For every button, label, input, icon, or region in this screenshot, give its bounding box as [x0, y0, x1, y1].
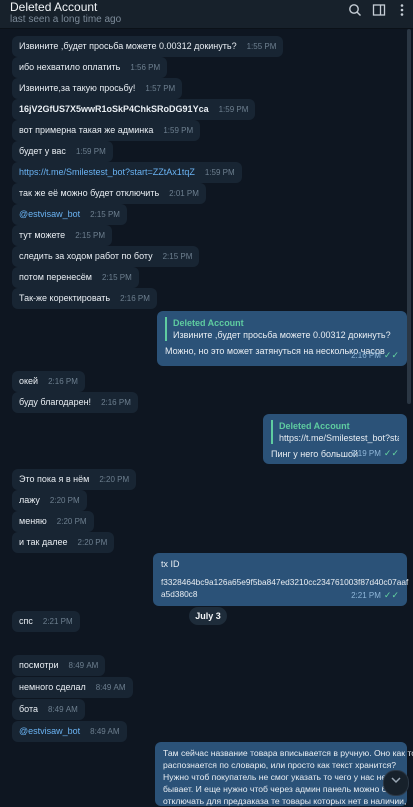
message-bubble[interactable]: будет у вас 1:59 PM: [12, 141, 113, 162]
message-bubble[interactable]: 16jV2GfUS7X5wwR1oSkP4ChkSRoDG91Yca 1:59 P…: [12, 99, 256, 120]
message-bubble[interactable]: и так далее 2:20 PM: [12, 532, 115, 553]
outgoing-message-bubble[interactable]: Там сейчас название товара вписывается в…: [155, 742, 413, 806]
message-bubble[interactable]: Так-же коректировать 2:16 PM: [12, 288, 157, 309]
message-bubble[interactable]: Это пока я в нём 2:20 PM: [12, 469, 137, 490]
more-icon[interactable]: [393, 3, 411, 21]
message-bubble[interactable]: следить за ходом работ по боту 2:15 PM: [12, 246, 200, 267]
read-checkmarks-icon: ✓✓: [383, 448, 399, 458]
message-bubble[interactable]: тут можете 2:15 PM: [12, 225, 112, 246]
chat-header: Deleted Account last seen a long time ag…: [0, 0, 413, 29]
message-bubble[interactable]: бота 8:49 AM: [12, 699, 85, 720]
sidebar-toggle-icon[interactable]: [370, 3, 388, 21]
date-separator: July 3: [189, 607, 227, 625]
chat-title[interactable]: Deleted Account: [10, 0, 97, 14]
message-link[interactable]: https://t.me/Smilestest_bot?start=ZZtAx1…: [19, 167, 195, 177]
message-bubble[interactable]: меняю 2:20 PM: [12, 511, 94, 532]
message-bubble[interactable]: вот примерна такая же админка 1:59 PM: [12, 120, 201, 141]
message-bubble[interactable]: потом перенесём 2:15 PM: [12, 267, 139, 288]
message-bubble[interactable]: ибо нехватило оплатить 1:56 PM: [12, 57, 168, 78]
message-mention[interactable]: @estvisaw_bot: [19, 726, 80, 736]
message-bubble[interactable]: окей 2:16 PM: [12, 371, 85, 392]
message-bubble[interactable]: спс 2:21 PM: [12, 611, 80, 632]
outgoing-message-bubble[interactable]: Deleted Account https://t.me/Smilestest_…: [263, 414, 407, 464]
reply-quote[interactable]: Deleted Account https://t.me/Smilestest_…: [271, 420, 399, 444]
outgoing-message-bubble[interactable]: Deleted Account Извините ,будет просьба …: [157, 311, 407, 366]
message-bubble[interactable]: посмотри 8:49 AM: [12, 655, 106, 676]
message-bubble[interactable]: буду благодарен! 2:16 PM: [12, 392, 138, 413]
chevron-down-icon: [391, 777, 401, 784]
reply-quote[interactable]: Deleted Account Извините ,будет просьба …: [165, 317, 399, 341]
message-bubble[interactable]: @estvisaw_bot 8:49 AM: [12, 721, 127, 742]
message-mention[interactable]: @estvisaw_bot: [19, 209, 80, 219]
message-bubble[interactable]: Извините,за такую просьбу! 1:57 PM: [12, 78, 183, 99]
message-bubble[interactable]: https://t.me/Smilestest_bot?start=ZZtAx1…: [12, 162, 242, 183]
last-seen-status: last seen a long time ago: [10, 14, 122, 25]
scrollbar[interactable]: [407, 29, 411, 404]
search-icon[interactable]: [346, 3, 364, 21]
message-bubble[interactable]: так же её можно будет отключить 2:01 PM: [12, 183, 206, 204]
read-checkmarks-icon: ✓✓: [383, 350, 399, 360]
scroll-down-button[interactable]: [383, 770, 409, 796]
message-bubble[interactable]: @estvisaw_bot 2:15 PM: [12, 204, 127, 225]
outgoing-message-bubble[interactable]: tx ID f3328464bc9a126a65e9f5ba847ed3210c…: [153, 553, 408, 606]
read-checkmarks-icon: ✓✓: [383, 590, 399, 600]
message-bubble[interactable]: немного сделал 8:49 AM: [12, 677, 133, 698]
message-bubble[interactable]: лажу 2:20 PM: [12, 490, 87, 511]
message-bubble[interactable]: Извините ,будет просьба можете 0.00312 д…: [12, 36, 284, 57]
